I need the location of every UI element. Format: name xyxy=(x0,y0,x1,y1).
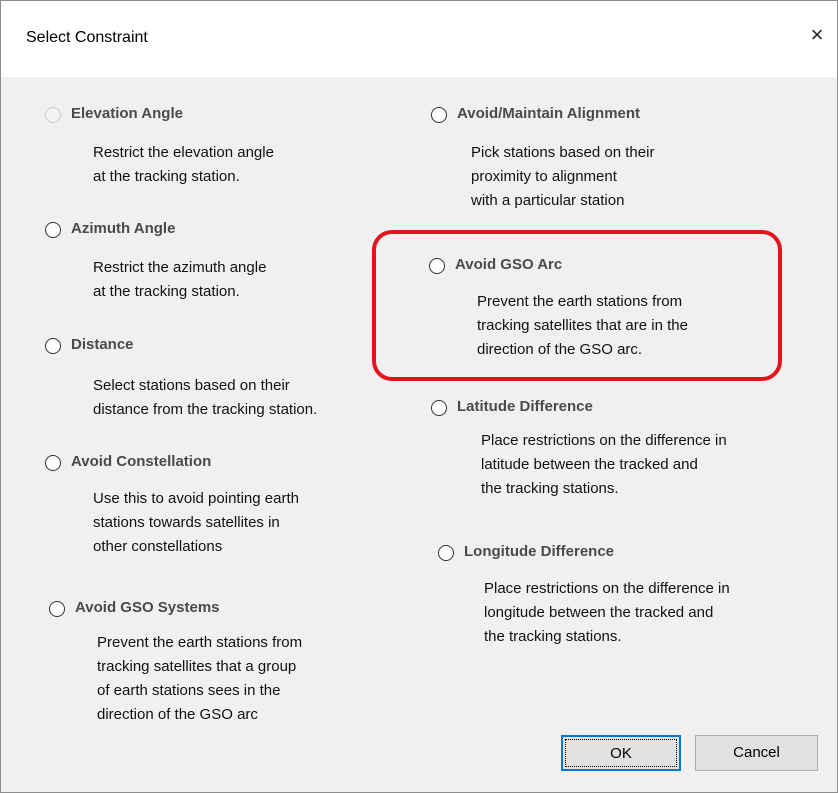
dialog-title: Select Constraint xyxy=(26,29,148,46)
avoid-maintain-alignment-radio[interactable] xyxy=(431,107,447,123)
ok-button[interactable]: OK xyxy=(561,735,681,771)
option-description: Use this to avoid pointing earth station… xyxy=(93,487,299,559)
cancel-button[interactable]: Cancel xyxy=(695,735,818,771)
desc-line: at the tracking station. xyxy=(93,168,240,185)
desc-line: Prevent the earth stations from xyxy=(97,634,303,651)
option-title: Avoid Constellation xyxy=(71,453,212,470)
desc-line: Select stations based on their xyxy=(93,377,290,394)
option-title: Longitude Difference xyxy=(464,543,615,560)
option-title: Avoid GSO Systems xyxy=(75,599,220,616)
distance-radio[interactable] xyxy=(45,338,61,354)
desc-line: Place restrictions on the difference in xyxy=(481,432,727,449)
option-description: Pick stations based on their proximity t… xyxy=(471,141,654,213)
latitude-difference-radio[interactable] xyxy=(431,400,447,416)
option-description: Restrict the azimuth angle at the tracki… xyxy=(93,256,266,304)
desc-line: Restrict the azimuth angle xyxy=(93,259,267,276)
desc-line: other constellations xyxy=(93,538,223,555)
desc-line: Use this to avoid pointing earth xyxy=(93,490,299,507)
azimuth-angle-radio[interactable] xyxy=(45,222,61,238)
desc-line: Pick stations based on their xyxy=(471,144,655,161)
desc-line: the tracking stations. xyxy=(484,628,622,645)
option-description: Select stations based on their distance … xyxy=(93,374,317,422)
option-title: Azimuth Angle xyxy=(71,220,176,237)
desc-line: Prevent the earth stations from xyxy=(477,293,683,310)
desc-line: Place restrictions on the difference in xyxy=(484,580,730,597)
desc-line: stations towards satellites in xyxy=(93,514,280,531)
desc-line: longitude between the tracked and xyxy=(484,604,714,621)
select-constraint-dialog: Select Constraint × Elevation Angle Rest… xyxy=(0,0,838,793)
desc-line: Restrict the elevation angle xyxy=(93,144,274,161)
desc-line: of earth stations sees in the xyxy=(97,682,281,699)
desc-line: direction of the GSO arc. xyxy=(477,341,643,358)
focus-rectangle xyxy=(565,739,677,767)
title-bar: Select Constraint × xyxy=(1,1,837,77)
desc-line: with a particular station xyxy=(471,192,625,209)
option-description: Restrict the elevation angle at the trac… xyxy=(93,141,274,189)
longitude-difference-radio[interactable] xyxy=(438,545,454,561)
option-description: Place restrictions on the difference in … xyxy=(481,429,727,501)
option-description: Prevent the earth stations from tracking… xyxy=(477,290,688,362)
desc-line: at the tracking station. xyxy=(93,283,240,300)
avoid-gso-systems-radio[interactable] xyxy=(49,601,65,617)
desc-line: direction of the GSO arc xyxy=(97,706,258,723)
desc-line: the tracking stations. xyxy=(481,480,619,497)
avoid-gso-arc-radio[interactable] xyxy=(429,258,445,274)
option-title: Distance xyxy=(71,336,134,353)
avoid-constellation-radio[interactable] xyxy=(45,455,61,471)
option-title: Avoid/Maintain Alignment xyxy=(457,105,641,122)
desc-line: tracking satellites that a group xyxy=(97,658,297,675)
option-description: Prevent the earth stations from tracking… xyxy=(97,631,302,727)
option-title: Latitude Difference xyxy=(457,398,593,415)
option-title: Avoid GSO Arc xyxy=(455,256,563,273)
cancel-label: Cancel xyxy=(733,744,780,761)
desc-line: latitude between the tracked and xyxy=(481,456,698,473)
desc-line: proximity to alignment xyxy=(471,168,617,185)
desc-line: tracking satellites that are in the xyxy=(477,317,688,334)
option-description: Place restrictions on the difference in … xyxy=(484,577,730,649)
elevation-angle-radio[interactable] xyxy=(45,107,61,123)
close-button[interactable]: × xyxy=(797,15,837,55)
desc-line: distance from the tracking station. xyxy=(93,401,318,418)
option-title: Elevation Angle xyxy=(71,105,183,122)
